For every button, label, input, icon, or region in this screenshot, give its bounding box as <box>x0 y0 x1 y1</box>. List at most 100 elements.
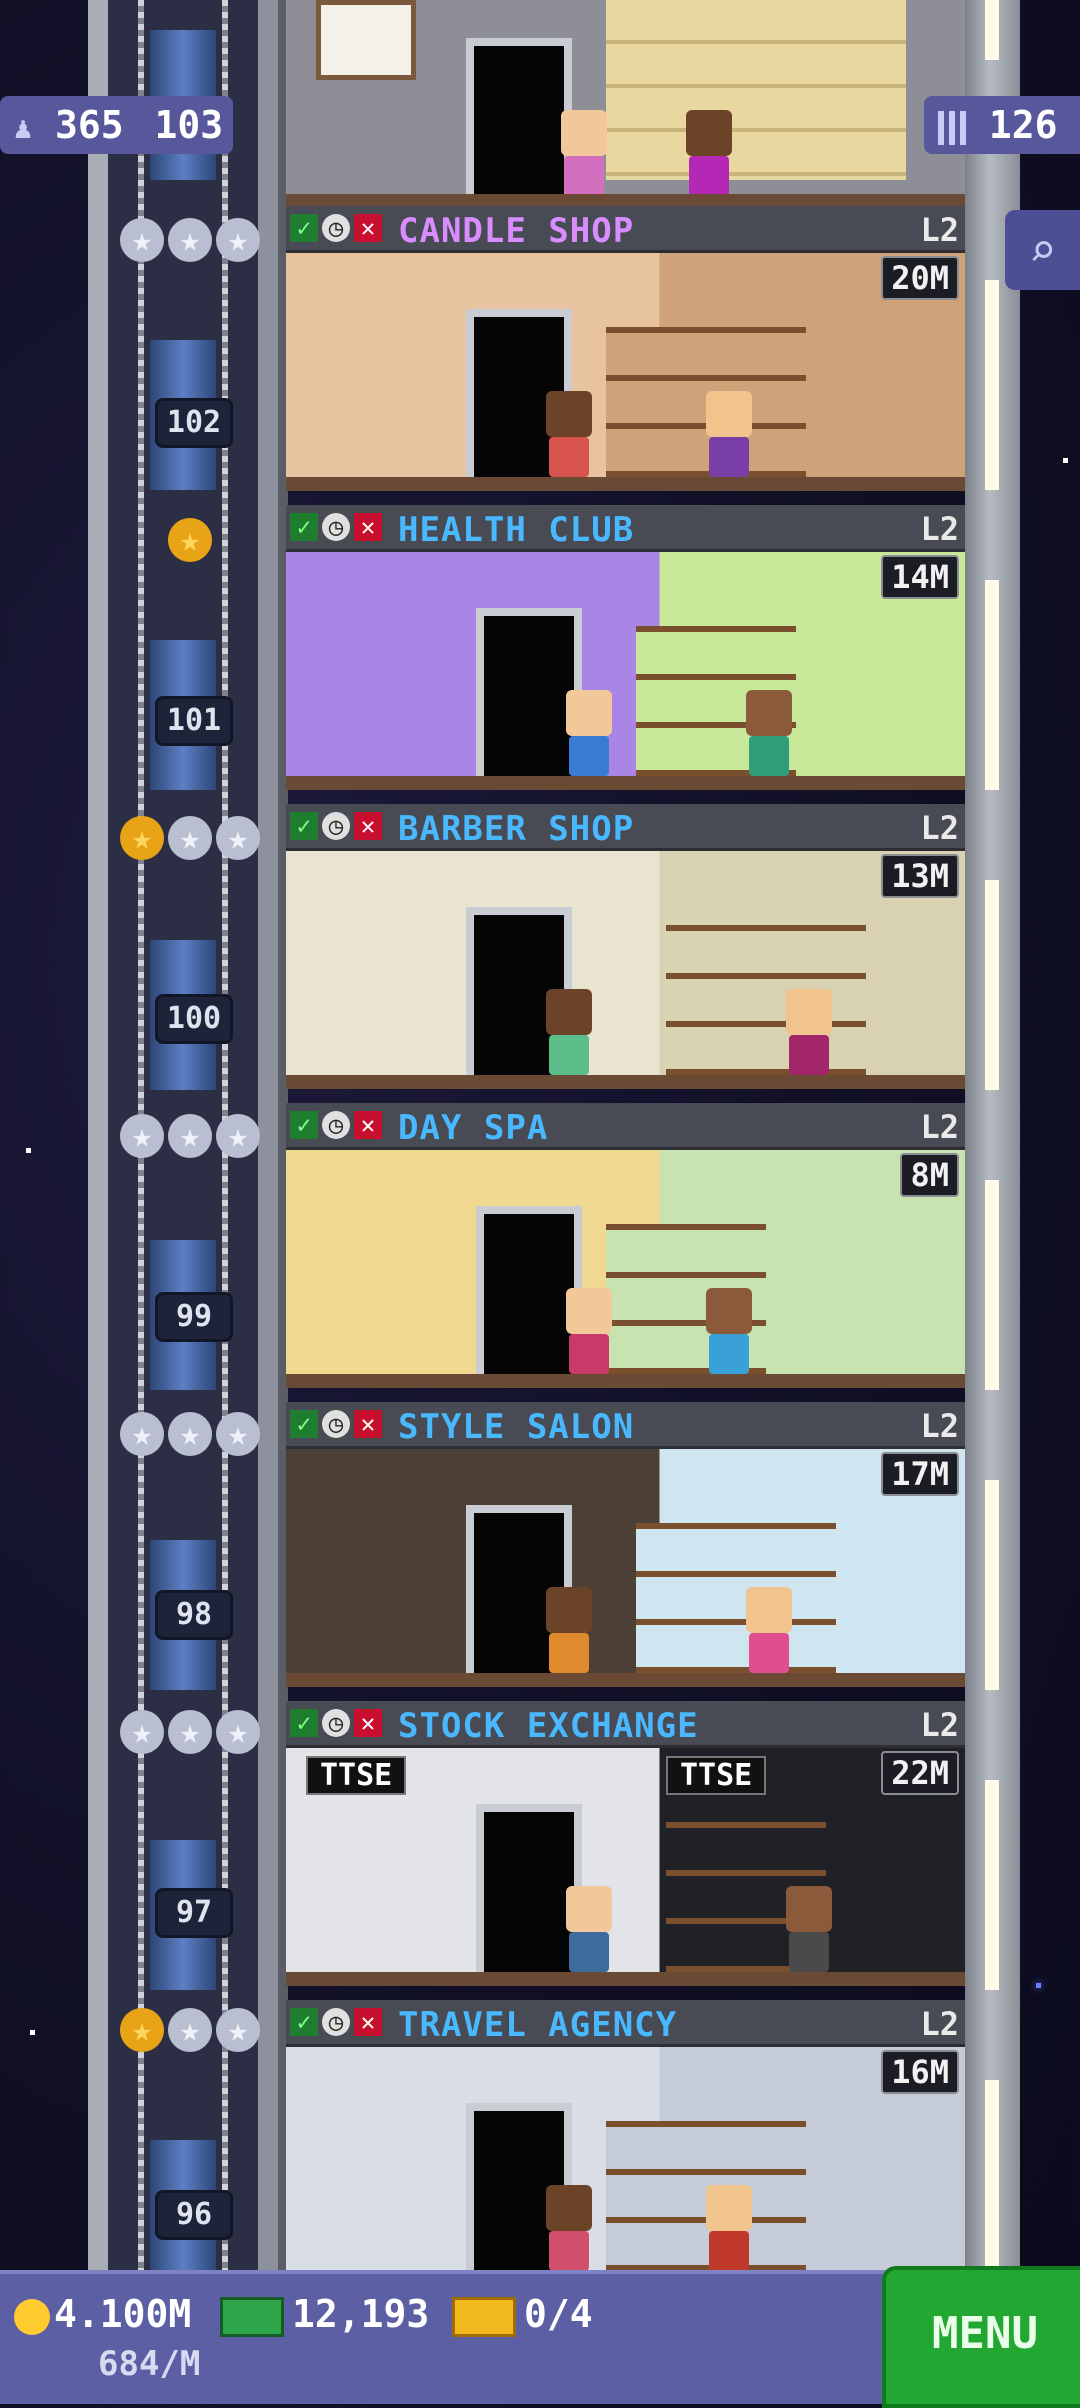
clock-icon[interactable]: ◷ <box>322 2008 350 2036</box>
visitor[interactable] <box>546 2185 592 2271</box>
visitor[interactable] <box>546 989 592 1075</box>
visitor[interactable] <box>706 2185 752 2271</box>
wall-light <box>985 280 999 490</box>
cross-icon[interactable]: ✕ <box>354 1111 382 1139</box>
cross-icon[interactable]: ✕ <box>354 812 382 840</box>
visitor[interactable] <box>706 391 752 477</box>
search-button[interactable]: ⌕ <box>1005 210 1080 290</box>
shop-floor[interactable]: ✓ ◷ ✕ HEALTH CLUB L2 14M <box>286 505 965 804</box>
shop-floor[interactable]: ✓ ◷ ✕ STYLE SALON L2 17M <box>286 1402 965 1701</box>
visitor[interactable] <box>786 1886 832 1972</box>
floors-badge[interactable]: 126 <box>924 96 1080 154</box>
bux-icon <box>220 2296 284 2337</box>
ticket-icon <box>452 2296 516 2337</box>
star-rating: ★ ★ ★ <box>120 2008 264 2052</box>
cross-icon[interactable]: ✕ <box>354 1410 382 1438</box>
check-icon[interactable]: ✓ <box>290 1111 318 1139</box>
star-icon: ★ <box>168 518 212 562</box>
visitor[interactable] <box>786 989 832 1075</box>
clock-icon[interactable]: ◷ <box>322 1410 350 1438</box>
shop-level: L2 <box>920 809 959 847</box>
check-icon[interactable]: ✓ <box>290 513 318 541</box>
shop-room[interactable] <box>286 253 965 491</box>
shop-label-bar[interactable]: ✓ ◷ ✕ STYLE SALON L2 <box>286 1402 965 1449</box>
visitor[interactable] <box>546 391 592 477</box>
check-icon[interactable]: ✓ <box>290 812 318 840</box>
visitor[interactable] <box>566 1886 612 1972</box>
visitor[interactable] <box>566 690 612 776</box>
coin-icon <box>14 2298 50 2335</box>
shop-room[interactable]: TTSE TTSE <box>286 1748 965 1986</box>
cross-icon[interactable]: ✕ <box>354 1709 382 1737</box>
clock-icon[interactable]: ◷ <box>322 812 350 840</box>
shop-label-bar[interactable]: ✓ ◷ ✕ TRAVEL AGENCY L2 <box>286 2000 965 2047</box>
person-icon: ♟ <box>14 111 33 146</box>
clock-icon[interactable]: ◷ <box>322 513 350 541</box>
visitor[interactable] <box>566 1288 612 1374</box>
clock-icon[interactable]: ◷ <box>322 214 350 242</box>
shop-room-partial[interactable] <box>286 0 965 206</box>
visitor[interactable] <box>746 1587 792 1673</box>
background-star <box>1036 1983 1041 1988</box>
cross-icon[interactable]: ✕ <box>354 214 382 242</box>
visitor[interactable] <box>546 1587 592 1673</box>
star-rating: ★ ★ ★ <box>120 1114 264 1158</box>
menu-button[interactable]: MENU <box>882 2266 1080 2408</box>
star-icon: ★ <box>120 2008 164 2052</box>
building-right-wall <box>965 0 1020 2270</box>
shop-name: HEALTH CLUB <box>398 510 635 550</box>
wall-light <box>985 2080 999 2270</box>
shop-floor[interactable]: ✓ ◷ ✕ DAY SPA L2 8M <box>286 1103 965 1402</box>
visitor[interactable] <box>686 110 732 196</box>
shop-floor <box>286 1374 965 1388</box>
check-icon[interactable]: ✓ <box>290 214 318 242</box>
shop-label-bar[interactable]: ✓ ◷ ✕ DAY SPA L2 <box>286 1103 965 1150</box>
background-star <box>26 1148 31 1153</box>
shop-level: L2 <box>920 1706 959 1744</box>
check-icon[interactable]: ✓ <box>290 2008 318 2036</box>
shop-floor[interactable]: ✓ ◷ ✕ TRAVEL AGENCY L2 16M <box>286 2000 965 2299</box>
visitor[interactable] <box>706 1288 752 1374</box>
population-badge[interactable]: ♟ 365 103 <box>0 96 234 154</box>
visitor[interactable] <box>561 110 607 196</box>
shaft-rail-left <box>88 0 108 2270</box>
clock-icon[interactable]: ◷ <box>322 1709 350 1737</box>
shop-stock: 14M <box>881 555 959 599</box>
floors-count: 126 <box>988 103 1058 147</box>
shop-room[interactable] <box>286 552 965 790</box>
clock-icon[interactable]: ◷ <box>322 1111 350 1139</box>
shop-label-bar[interactable]: ✓ ◷ ✕ BARBER SHOP L2 <box>286 804 965 851</box>
star-icon: ★ <box>216 2008 260 2052</box>
shop-display-shelf <box>636 1523 836 1673</box>
shop-room[interactable] <box>286 1449 965 1687</box>
floor-number: 103 <box>154 103 224 147</box>
shop-label-bar[interactable]: ✓ ◷ ✕ HEALTH CLUB L2 <box>286 505 965 552</box>
tickets-display[interactable]: 0/4 <box>452 2292 593 2337</box>
check-icon[interactable]: ✓ <box>290 1709 318 1737</box>
star-icon: ★ <box>168 816 212 860</box>
coin-rate: 684/M <box>98 2344 201 2384</box>
shop-floor[interactable]: ✓ ◷ ✕ CANDLE SHOP L2 20M <box>286 206 965 505</box>
wall-light <box>985 1780 999 1990</box>
shop-floor[interactable]: ✓ ◷ ✕ STOCK EXCHANGE L2 TTSE TTSE 22M <box>286 1701 965 2000</box>
cross-icon[interactable]: ✕ <box>354 2008 382 2036</box>
star-icon: ★ <box>216 816 260 860</box>
check-icon[interactable]: ✓ <box>290 1410 318 1438</box>
sneaker-poster <box>316 0 416 80</box>
cross-icon[interactable]: ✕ <box>354 513 382 541</box>
shop-room[interactable] <box>286 851 965 1089</box>
shop-name: STYLE SALON <box>398 1407 635 1447</box>
bux-display[interactable]: 12,193 <box>220 2292 429 2337</box>
floor-number: 101 <box>155 696 233 746</box>
star-rating: ★ ★ ★ <box>120 218 264 262</box>
shop-label-bar[interactable]: ✓ ◷ ✕ CANDLE SHOP L2 <box>286 206 965 253</box>
coins-value: 4.100M <box>54 2292 192 2336</box>
shop-room[interactable] <box>286 2047 965 2285</box>
shoe-shelf <box>606 0 906 180</box>
shop-label-bar[interactable]: ✓ ◷ ✕ STOCK EXCHANGE L2 <box>286 1701 965 1748</box>
shop-room[interactable] <box>286 1150 965 1388</box>
shop-door <box>466 38 572 196</box>
shop-floor[interactable]: ✓ ◷ ✕ BARBER SHOP L2 13M <box>286 804 965 1103</box>
visitor[interactable] <box>746 690 792 776</box>
star-icon: ★ <box>120 218 164 262</box>
